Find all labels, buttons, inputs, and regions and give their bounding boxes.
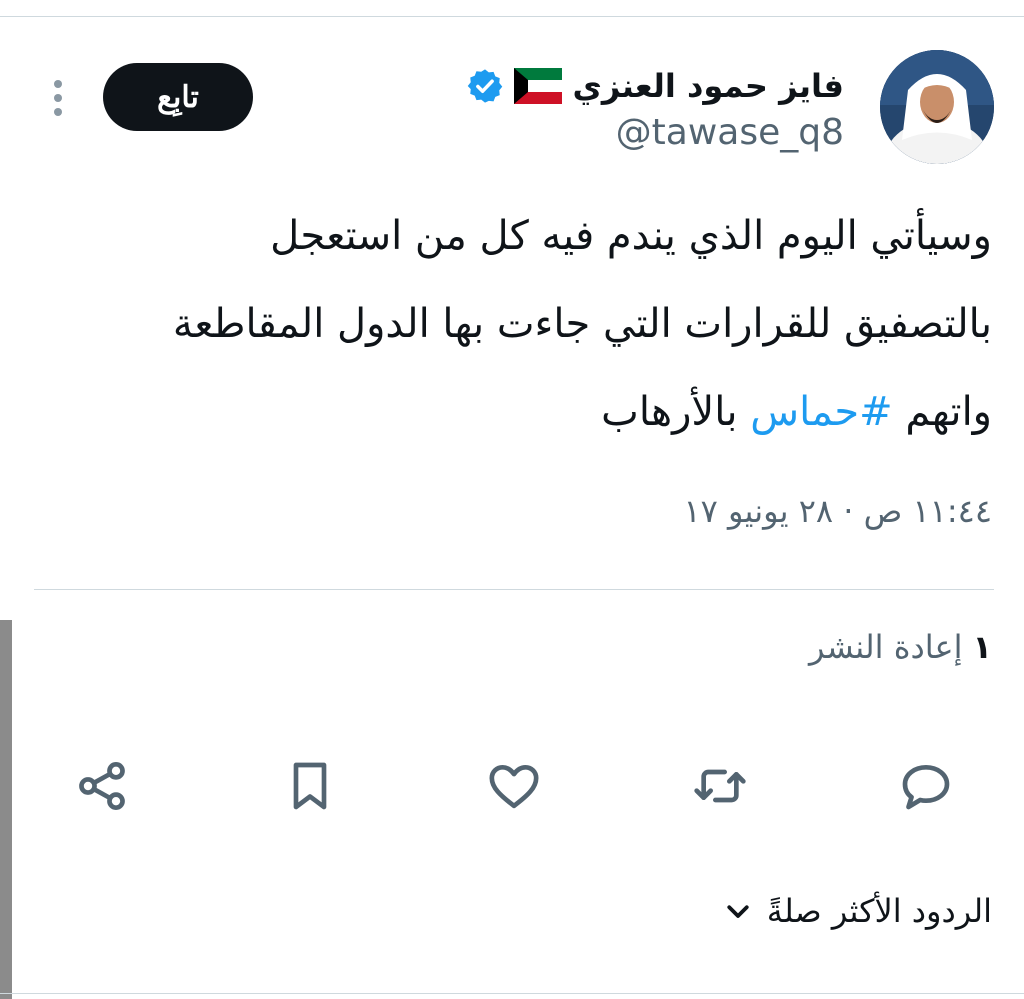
tweet-line-2: بالتصفيق للقرارات التي جاءت بها الدول ال… [172,301,992,347]
hashtag-link[interactable]: #حماس [750,389,892,435]
retweets-stat[interactable]: ١ إعادة النشر [809,628,992,666]
like-button[interactable] [484,756,544,816]
tweet-line-3-prefix: واتهم [905,389,992,435]
replies-sort-label: الردود الأكثر صلةً [766,892,992,930]
kuwait-flag-icon [514,68,563,104]
chevron-down-icon [727,905,749,918]
retweet-icon [694,769,746,803]
top-divider [0,16,1024,17]
tweet-text: وسيأتي اليوم الذي يندم فيه كل من استعجل … [112,192,992,456]
author-name[interactable]: فايز حمود العنزي [572,67,844,105]
tweet-timestamp[interactable]: ١١:٤٤ ص · ٢٨ يونيو ١٧ [683,492,992,530]
like-icon [489,765,539,809]
reply-icon [902,765,950,810]
divider [34,589,994,590]
scrollbar[interactable] [0,620,12,999]
retweets-label: إعادة النشر [809,628,963,666]
avatar-image [880,50,994,164]
author-name-row: فايز حمود العنزي [466,60,844,112]
share-icon [79,761,125,811]
tweet-line-3: واتهم #حماس بالأرهاب [112,368,992,456]
avatar[interactable] [880,50,994,164]
retweets-count: ١ [972,628,992,666]
bookmark-button[interactable] [280,756,340,816]
verified-badge-icon [468,69,503,103]
retweet-button[interactable] [690,756,750,816]
author-handle[interactable]: @tawase_q8 [616,112,844,153]
reply-button[interactable] [896,756,956,816]
follow-button[interactable]: تابِع [103,63,253,131]
bookmark-icon [293,762,327,810]
tweet-line-1: وسيأتي اليوم الذي يندم فيه كل من استعجل [270,213,992,259]
more-options-icon[interactable] [44,76,72,120]
tweet-line-3-suffix: بالأرهاب [601,389,738,435]
share-button[interactable] [72,756,132,816]
bottom-divider [0,993,1024,994]
replies-sort-dropdown[interactable]: الردود الأكثر صلةً [723,892,992,930]
